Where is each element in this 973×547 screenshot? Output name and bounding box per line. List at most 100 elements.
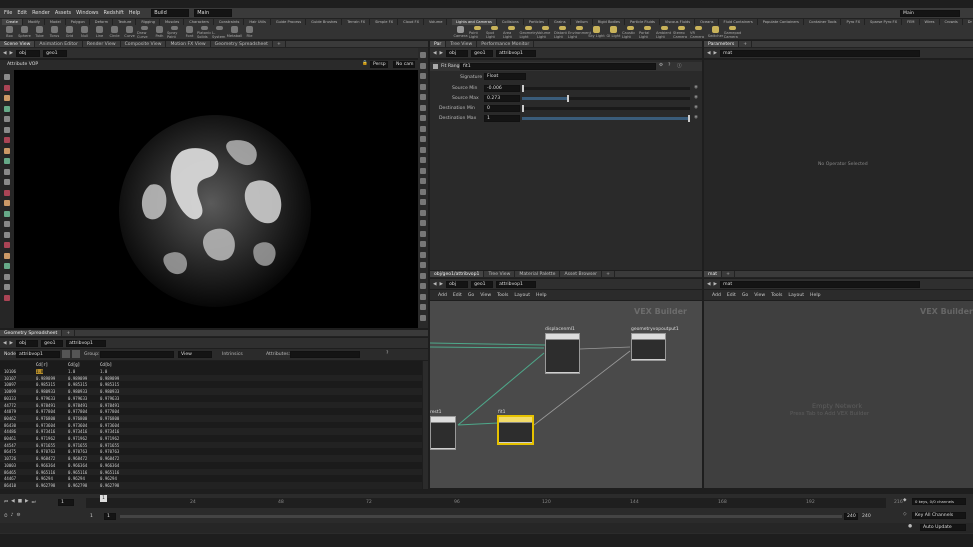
- display-option-14-icon[interactable]: [420, 188, 426, 195]
- param-field-destination-max[interactable]: 1: [484, 115, 520, 122]
- menu-layout[interactable]: Layout: [514, 293, 530, 298]
- add-tab-button[interactable]: +: [602, 271, 615, 277]
- shelf-tool-gamepad-camera[interactable]: Gamepad Camera: [724, 26, 741, 39]
- display-option-11-icon[interactable]: [420, 157, 426, 163]
- shelf-tool-l-system[interactable]: L-System: [212, 26, 227, 39]
- desktop-select[interactable]: Build: [151, 9, 190, 17]
- path-geo1[interactable]: geo1: [43, 49, 68, 57]
- shelf-tool-path[interactable]: Path: [152, 26, 167, 39]
- shelf-tab-populate-containers[interactable]: Populate Containers: [759, 19, 804, 25]
- slider-handle[interactable]: [688, 115, 690, 122]
- help-icon[interactable]: ?: [668, 63, 670, 68]
- shelf-tool-grid[interactable]: Grid: [62, 26, 77, 39]
- viewport-tool-8-icon[interactable]: [4, 147, 10, 154]
- shelf-tool-line[interactable]: Line: [92, 26, 107, 39]
- display-option-19-icon[interactable]: [420, 241, 426, 247]
- shelf-tab-fem[interactable]: FEM: [903, 19, 920, 25]
- viewport-tool-7-icon[interactable]: [4, 137, 10, 143]
- tab-material-palette[interactable]: Material Palette: [515, 271, 561, 277]
- shelf-tool-metaball[interactable]: Metaball: [227, 26, 242, 39]
- viewport-tool-12-icon[interactable]: [4, 189, 10, 196]
- viewport-tool-2-icon[interactable]: [4, 84, 10, 91]
- viewport-tool-3-icon[interactable]: [4, 95, 10, 101]
- tab-asset-browser[interactable]: Asset Browser: [560, 271, 603, 277]
- menu-edit[interactable]: Edit: [453, 293, 462, 298]
- viewport-tool-10-icon[interactable]: [4, 168, 10, 175]
- param-field-destination-min[interactable]: 0: [484, 105, 520, 112]
- context-select[interactable]: Main: [194, 9, 233, 17]
- forward-arrow-icon[interactable]: ▶: [440, 51, 444, 56]
- key-icon[interactable]: ◆: [903, 498, 907, 503]
- shelf-tool-draw-curve[interactable]: Draw Curve: [137, 26, 152, 39]
- channel-icon[interactable]: ◉: [694, 115, 698, 120]
- display-option-18-icon[interactable]: [420, 230, 426, 237]
- display-option-20-icon[interactable]: [420, 251, 426, 258]
- shelf-tab-drive-simulation[interactable]: Drive Simulation: [964, 19, 972, 25]
- gear-icon[interactable]: ⚙: [659, 63, 663, 68]
- forward-arrow-icon[interactable]: ▶: [10, 341, 14, 346]
- slider-handle[interactable]: [522, 85, 524, 92]
- step-back-icon[interactable]: ◀: [11, 499, 15, 505]
- back-arrow-icon[interactable]: ◀: [707, 282, 711, 287]
- jump-start-icon[interactable]: ⏮: [4, 499, 8, 505]
- viewport-tool-18-icon[interactable]: [4, 252, 10, 259]
- path-attribvop1[interactable]: attribvop1: [496, 49, 537, 57]
- viewport-tool-17-icon[interactable]: [4, 242, 10, 248]
- auto-update-select[interactable]: Auto Update: [920, 524, 966, 531]
- shelf-tool-environment-light[interactable]: Environment Light: [568, 26, 591, 39]
- display-option-6-icon[interactable]: [420, 104, 426, 111]
- back-arrow-icon[interactable]: ◀: [433, 282, 437, 287]
- shelf-tab-hair-utils[interactable]: Hair Utils: [245, 19, 271, 25]
- param-slider-source-min[interactable]: [522, 85, 690, 92]
- shelf-tab-deform[interactable]: Deform: [91, 19, 114, 25]
- shelf-tab-guide-brushes[interactable]: Guide Brushes: [307, 19, 343, 25]
- path-obj[interactable]: obj: [446, 49, 469, 57]
- shelf-tool-sky-light[interactable]: Sky Light: [588, 26, 605, 39]
- viewport-tool-4-icon[interactable]: [4, 105, 10, 112]
- shelf-tab-wires[interactable]: Wires: [921, 19, 940, 25]
- shelf-tool-sphere[interactable]: Sphere: [17, 26, 32, 39]
- shelf-tool-spray-paint[interactable]: Spray Paint: [167, 26, 182, 39]
- viewport-tool-1-icon[interactable]: [4, 74, 10, 80]
- audio-icon[interactable]: ♪: [11, 513, 14, 519]
- path-attribvop1[interactable]: attribvop1: [66, 339, 107, 347]
- display-option-15-icon[interactable]: [420, 199, 426, 205]
- shelf-tab-lights-and-cameras[interactable]: Lights and Cameras: [452, 19, 497, 25]
- column-header-cd-g[interactable]: Cd[g]: [68, 362, 80, 367]
- param-slider-destination-min[interactable]: [522, 105, 690, 112]
- shelf-tool-area-light[interactable]: Area Light: [503, 26, 520, 39]
- shelf-tab-grains[interactable]: Grains: [550, 19, 571, 25]
- column-header-cd-b[interactable]: Cd[b]: [100, 362, 112, 367]
- shelf-tab-model[interactable]: Model: [46, 19, 66, 25]
- shelf-tool-caustic-light[interactable]: Caustic Light: [622, 26, 639, 39]
- shelf-tab-volume[interactable]: Volume: [425, 19, 448, 25]
- shelf-tab-particles[interactable]: Particles: [525, 19, 549, 25]
- point-mode-button[interactable]: [72, 350, 80, 358]
- shelf-tool-box[interactable]: Box: [2, 26, 17, 39]
- display-option-26-icon[interactable]: [420, 314, 426, 321]
- add-tab-button[interactable]: +: [722, 271, 735, 277]
- param-field-source-min[interactable]: -0.006: [484, 85, 520, 92]
- shelf-tab-simple-fx[interactable]: Simple FX: [371, 19, 399, 25]
- shelf-tab-rigging[interactable]: Rigging: [137, 19, 160, 25]
- menu-tools[interactable]: Tools: [771, 293, 782, 298]
- viewport-tool-5-icon[interactable]: [4, 116, 10, 122]
- playhead[interactable]: 1: [100, 495, 107, 502]
- display-option-25-icon[interactable]: [420, 304, 426, 310]
- display-option-21-icon[interactable]: [420, 262, 426, 268]
- column-header-cd-r[interactable]: Cd[r]: [36, 362, 48, 367]
- shelf-tool-null[interactable]: Null: [77, 26, 92, 39]
- tab-performance-monitor[interactable]: Performance Monitor: [477, 41, 535, 47]
- path-obj[interactable]: obj: [16, 49, 41, 57]
- menu-edit[interactable]: Edit: [17, 10, 27, 16]
- add-tab-button[interactable]: +: [273, 41, 286, 47]
- shelf-tab-texture[interactable]: Texture: [114, 19, 137, 25]
- forward-arrow-icon[interactable]: ▶: [714, 282, 718, 287]
- slider-handle[interactable]: [522, 105, 524, 112]
- viewport-tool-9-icon[interactable]: [4, 158, 10, 164]
- shelf-tool-ambient-light[interactable]: Ambient Light: [656, 26, 673, 39]
- display-option-23-icon[interactable]: [420, 283, 426, 289]
- tab-geometry-spreadsheet[interactable]: Geometry Spreadsheet: [0, 330, 63, 336]
- forward-arrow-icon[interactable]: ▶: [440, 282, 444, 287]
- menu-add[interactable]: Add: [438, 293, 447, 298]
